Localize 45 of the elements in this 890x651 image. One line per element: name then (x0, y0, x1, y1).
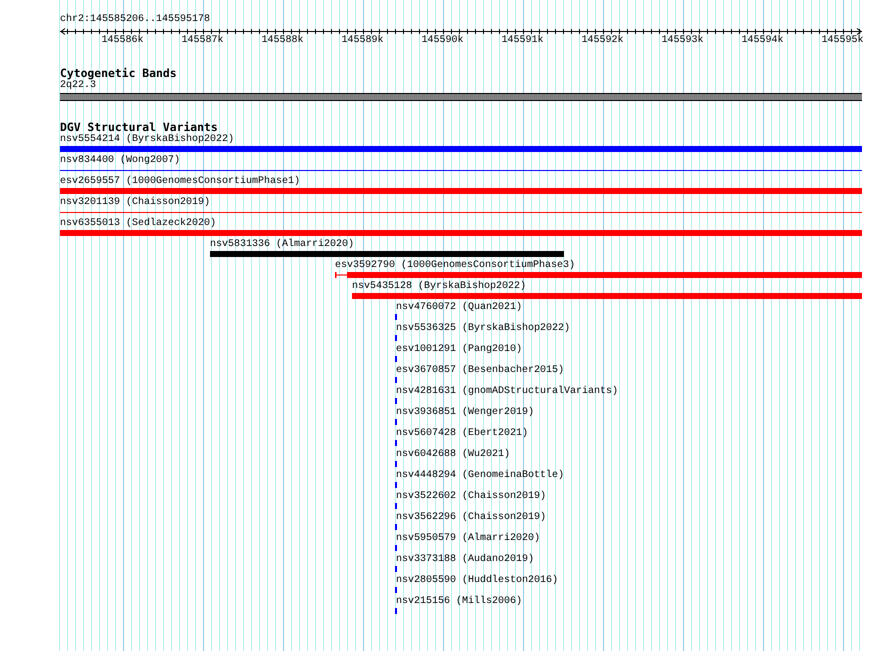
tick-label: 145590k (422, 35, 464, 47)
band-label: 2q22.3 (60, 80, 96, 92)
variant-label[interactable]: nsv834400 (Wong2007) (60, 155, 180, 167)
variant-bar[interactable] (60, 146, 862, 152)
variant-label[interactable]: nsv4760072 (Quan2021) (396, 302, 522, 314)
tick-label: 145587k (182, 35, 224, 47)
tick-label: 145593k (662, 35, 704, 47)
variant-label[interactable]: nsv5607428 (Ebert2021) (396, 428, 528, 440)
track-title: Cytogenetic Bands (60, 67, 177, 80)
variant-label[interactable]: nsv2805590 (Huddleston2016) (396, 575, 558, 587)
variant-label[interactable]: esv3670857 (Besenbacher2015) (396, 365, 564, 377)
variant-label[interactable]: nsv5435128 (ByrskaBishop2022) (352, 281, 526, 293)
variant-bar[interactable] (335, 272, 862, 278)
variant-bar[interactable] (60, 230, 862, 236)
variant-label[interactable]: nsv215156 (Mills2006) (396, 596, 522, 608)
variant-label[interactable]: nsv5554214 (ByrskaBishop2022) (60, 134, 234, 146)
variant-bar[interactable] (352, 293, 862, 299)
track-title: DGV Structural Variants (60, 121, 218, 134)
variant-label[interactable]: esv3592790 (1000GenomesConsortiumPhase3) (335, 260, 576, 272)
variant-line[interactable] (60, 170, 862, 171)
variant-label[interactable]: nsv3936851 (Wenger2019) (396, 407, 534, 419)
variant-label[interactable]: nsv5950579 (Almarri2020) (396, 533, 540, 545)
tick-label: 145592k (582, 35, 624, 47)
variant-line[interactable] (60, 212, 862, 213)
tick-label: 145595k (822, 35, 864, 47)
tick-label: 145594k (742, 35, 784, 47)
variant-label[interactable]: nsv6042688 (Wu2021) (396, 449, 510, 461)
variant-label[interactable]: nsv5831336 (Almarri2020) (210, 239, 354, 251)
variant-label[interactable]: nsv3562296 (Chaisson2019) (396, 512, 546, 524)
variant-label[interactable]: nsv3373188 (Audano2019) (396, 554, 534, 566)
region-label: chr2:145585206..145595178 (60, 14, 210, 26)
variant-label[interactable]: nsv3201139 (Chaisson2019) (60, 197, 210, 209)
variant-label[interactable]: nsv6355013 (Sedlazeck2020) (60, 218, 216, 230)
variant-bar[interactable] (210, 251, 564, 257)
variant-label[interactable]: nsv4448294 (GenomeinaBottle) (396, 470, 564, 482)
variant-bar[interactable] (60, 188, 862, 194)
variant-label[interactable]: nsv5536325 (ByrskaBishop2022) (396, 323, 570, 335)
variant-label[interactable]: esv1001291 (Pang2010) (396, 344, 522, 356)
variant-label[interactable]: esv2659557 (1000GenomesConsortiumPhase1) (60, 176, 300, 188)
tick-label: 145589k (342, 35, 384, 47)
tick-label: 145591k (502, 35, 544, 47)
variant-label[interactable]: nsv3522602 (Chaisson2019) (396, 491, 546, 503)
tick-label: 145588k (262, 35, 304, 47)
variant-label[interactable]: nsv4281631 (gnomADStructuralVariants) (396, 386, 618, 398)
tick-label: 145586k (102, 35, 144, 47)
